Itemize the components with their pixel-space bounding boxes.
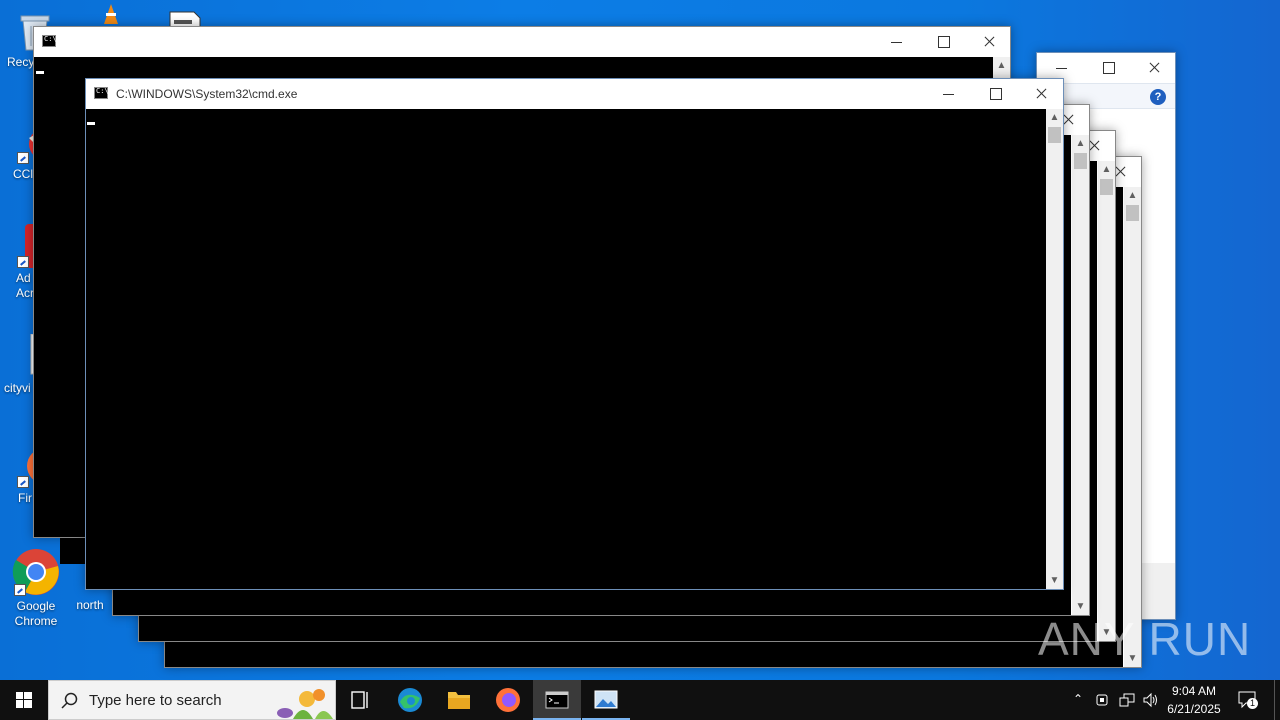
scroll-down-arrow[interactable]: ▼ [1046, 572, 1063, 589]
clock-time[interactable]: 9:04 AM [1154, 684, 1234, 698]
maximize-button[interactable] [972, 79, 1018, 109]
scroll-thumb[interactable] [1100, 179, 1113, 195]
task-view-button[interactable] [336, 680, 384, 720]
edge-icon [398, 688, 422, 712]
help-icon[interactable]: ? [1150, 89, 1166, 105]
photo-viewer-icon [594, 690, 618, 709]
vlc-icon[interactable] [102, 4, 120, 26]
cmd-icon [42, 35, 57, 47]
scroll-thumb[interactable] [1074, 153, 1087, 169]
shortcut-arrow-icon [14, 584, 26, 596]
network-icon[interactable] [1118, 692, 1136, 708]
title-bar[interactable] [34, 27, 1010, 57]
scroll-thumb[interactable] [1126, 205, 1139, 221]
desktop-icon-label: north [76, 598, 104, 612]
taskbar-file-explorer[interactable] [435, 680, 483, 720]
close-button[interactable] [1018, 79, 1064, 109]
cmd-icon [94, 87, 109, 99]
shortcut-arrow-icon [17, 152, 29, 164]
scroll-up-arrow[interactable]: ▲ [1072, 135, 1089, 152]
taskbar-firefox[interactable] [484, 680, 532, 720]
shortcut-arrow-icon [17, 476, 29, 488]
minimize-button[interactable] [926, 79, 972, 109]
clock-date[interactable]: 6/21/2025 [1154, 702, 1234, 716]
vertical-scrollbar[interactable]: ▲ ▼ [1046, 109, 1063, 589]
show-desktop-button[interactable] [1274, 680, 1275, 720]
notification-count-badge: 1 [1247, 698, 1258, 709]
tray-device-icon[interactable] [1094, 692, 1110, 708]
shortcut-arrow-icon [17, 256, 29, 268]
text-cursor [87, 122, 95, 125]
scroll-up-arrow[interactable]: ▲ [993, 57, 1010, 74]
anyrun-watermark: ANY RUN [1038, 613, 1252, 665]
scroll-up-arrow[interactable]: ▲ [1124, 187, 1141, 204]
desktop-icon-label: Google Chrome [14, 599, 58, 628]
minimize-button[interactable] [874, 27, 920, 57]
close-button[interactable] [966, 27, 1012, 57]
taskbar-edge[interactable] [386, 680, 434, 720]
taskbar-cmd-active[interactable] [533, 680, 581, 720]
scroll-thumb[interactable] [1048, 127, 1061, 143]
cmd-icon [545, 691, 569, 709]
search-highlight-image [263, 683, 335, 719]
task-view-icon [351, 691, 368, 709]
search-placeholder: Type here to search [89, 692, 222, 709]
notification-center-icon[interactable]: 1 [1238, 691, 1258, 709]
console-area[interactable] [86, 109, 1046, 589]
cmd-window-front[interactable]: C:\WINDOWS\System32\cmd.exe ▲ ▼ [85, 78, 1064, 590]
title-bar[interactable]: C:\WINDOWS\System32\cmd.exe [86, 79, 1063, 109]
windows-logo-icon [16, 692, 32, 708]
vertical-scrollbar[interactable]: ▲ ▼ [1072, 135, 1089, 615]
taskbar-image-viewer[interactable] [582, 680, 630, 720]
firefox-icon [496, 688, 520, 712]
chrome-icon [12, 548, 60, 596]
tray-overflow-chevron-icon[interactable]: ⌃ [1070, 692, 1086, 708]
maximize-button[interactable] [1085, 53, 1131, 83]
text-cursor [36, 71, 44, 74]
taskbar-search-box[interactable]: Type here to search [48, 680, 336, 720]
desktop-icon-north[interactable]: north [68, 598, 112, 613]
search-icon [61, 692, 79, 715]
start-button[interactable] [0, 680, 48, 720]
vertical-scrollbar[interactable]: ▲ ▼ [1124, 187, 1141, 667]
scroll-up-arrow[interactable]: ▲ [1046, 109, 1063, 126]
window-title: C:\WINDOWS\System32\cmd.exe [116, 87, 298, 101]
taskbar: Type here to search ⌃ 9:04 AM 6/21/2025 … [0, 680, 1280, 720]
vertical-scrollbar[interactable]: ▲ ▼ [1098, 161, 1115, 641]
maximize-button[interactable] [920, 27, 966, 57]
close-button[interactable] [1131, 53, 1177, 83]
scroll-up-arrow[interactable]: ▲ [1098, 161, 1115, 178]
folder-icon [448, 692, 470, 709]
